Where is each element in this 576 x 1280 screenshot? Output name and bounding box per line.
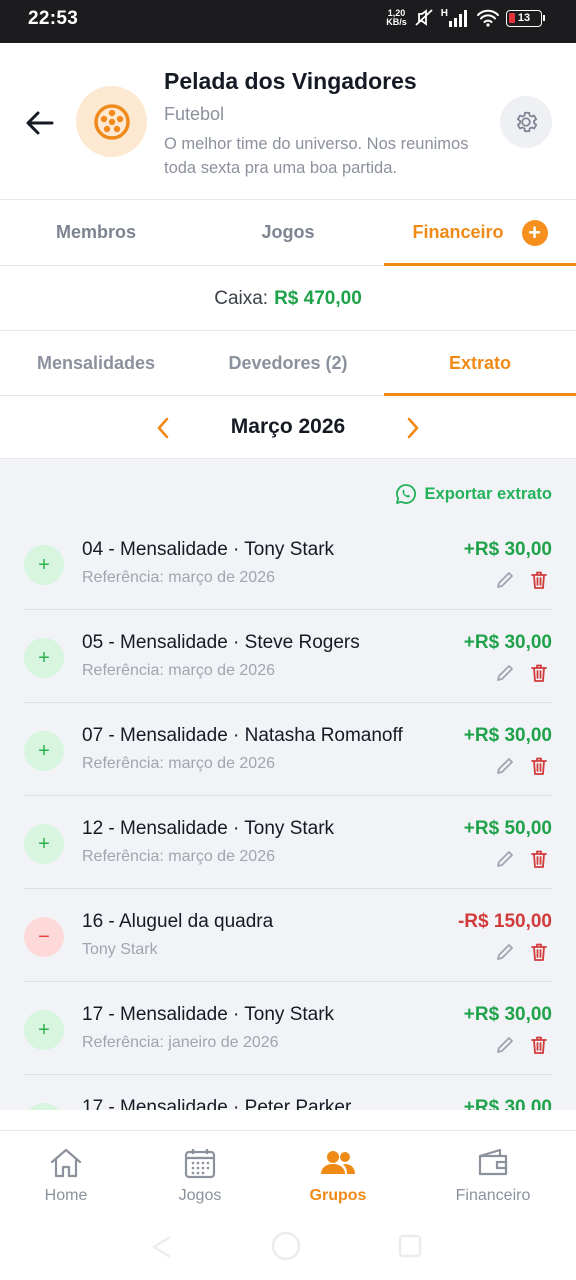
transaction-row[interactable]: +04 - Mensalidade · Tony Stark Referência… (24, 517, 552, 610)
gear-icon (517, 111, 538, 133)
status-bar: 22:53 1,20 KB/s H 13 (0, 0, 576, 43)
tab-membros[interactable]: Membros (0, 200, 192, 265)
trash-icon[interactable] (528, 848, 550, 870)
trash-icon[interactable] (528, 755, 550, 777)
main-tabs: Membros Jogos Financeiro + (0, 200, 576, 266)
group-sport: Futebol (164, 104, 225, 124)
tab-financeiro[interactable]: Financeiro + (384, 200, 576, 266)
transaction-amount: +R$ 30,00 (463, 725, 552, 746)
calendar-icon (184, 1149, 216, 1179)
mute-icon (415, 9, 433, 26)
income-icon: + (24, 545, 64, 585)
finance-tabs: Mensalidades Devedores (2) Extrato (0, 332, 576, 396)
signal-icon (449, 10, 467, 27)
transaction-subtitle: Referência: março de 2026 (82, 662, 275, 679)
system-recents-icon[interactable] (396, 1232, 424, 1260)
income-icon: + (24, 731, 64, 771)
group-icon (321, 1151, 355, 1174)
status-time: 22:53 (28, 8, 79, 29)
chevron-right-icon (407, 417, 419, 439)
transaction-title: 12 - Mensalidade · Tony Stark (82, 818, 335, 839)
income-icon: + (24, 638, 64, 678)
transaction-subtitle: Referência: março de 2026 (82, 848, 275, 865)
transaction-title: 17 - Mensalidade · Tony Stark (82, 1004, 335, 1025)
transaction-amount: -R$ 150,00 (457, 911, 552, 932)
trash-icon[interactable] (528, 569, 550, 591)
tab-jogos[interactable]: Jogos (192, 200, 384, 265)
group-name: Pelada dos Vingadores (164, 68, 417, 94)
wallet-icon (478, 1148, 508, 1176)
edit-icon[interactable] (494, 848, 516, 870)
settings-button[interactable] (500, 96, 552, 148)
transaction-row[interactable]: −16 - Aluguel da quadra Tony Stark -R$ 150… (24, 889, 552, 982)
transaction-list: +04 - Mensalidade · Tony Stark Referência… (24, 517, 552, 1110)
edit-icon[interactable] (494, 662, 516, 684)
home-icon (50, 1148, 82, 1178)
nav-home[interactable]: Home (1, 1147, 131, 1205)
cash-amount: R$ 470,00 (274, 287, 362, 309)
transaction-subtitle: Referência: março de 2026 (82, 569, 275, 586)
wifi-icon (477, 9, 499, 27)
status-icons: 1,20 KB/s H 13 (386, 7, 545, 28)
nav-jogos[interactable]: Jogos (135, 1147, 265, 1205)
edit-icon[interactable] (494, 755, 516, 777)
transaction-row[interactable]: +12 - Mensalidade · Tony Stark Referência… (24, 796, 552, 889)
income-icon: + (24, 1103, 64, 1110)
transaction-title: 05 - Mensalidade · Steve Rogers (82, 632, 360, 653)
soccer-ball-icon (93, 103, 130, 140)
edit-icon[interactable] (494, 1034, 516, 1056)
nav-financeiro[interactable]: Financeiro (428, 1147, 558, 1205)
tab-mensalidades[interactable]: Mensalidades (0, 332, 192, 395)
cash-balance: Caixa: R$ 470,00 (0, 267, 576, 331)
transaction-amount: +R$ 30,00 (463, 1004, 552, 1025)
arrow-left-icon (26, 111, 54, 135)
income-icon: + (24, 824, 64, 864)
edit-icon[interactable] (494, 569, 516, 591)
trash-icon[interactable] (528, 662, 550, 684)
transaction-row[interactable]: +17 - Mensalidade · Tony Stark Referência… (24, 982, 552, 1075)
transaction-subtitle: Referência: março de 2026 (82, 755, 275, 772)
transaction-row[interactable]: +17 - Mensalidade · Peter Parker +R$ 30,0… (24, 1075, 552, 1110)
trash-icon[interactable] (528, 941, 550, 963)
bottom-nav: Home Jogos Grupos Financeiro (0, 1130, 576, 1280)
transaction-title: 16 - Aluguel da quadra (82, 911, 274, 932)
transaction-amount: +R$ 50,00 (463, 818, 552, 839)
export-statement-button[interactable]: Exportar extrato (395, 483, 552, 505)
cash-label: Caixa: (214, 287, 269, 309)
transaction-amount: +R$ 30,00 (463, 539, 552, 560)
expense-icon: − (24, 917, 64, 957)
nav-grupos[interactable]: Grupos (273, 1147, 403, 1205)
trash-icon[interactable] (528, 1034, 550, 1056)
back-button[interactable] (20, 103, 60, 143)
group-description: O melhor time do universo. Nos reunimos … (164, 135, 469, 177)
group-header: Pelada dos Vingadores Futebol O melhor t… (0, 43, 576, 200)
month-label: Março 2026 (230, 415, 346, 438)
system-home-icon[interactable] (270, 1230, 302, 1262)
tab-extrato[interactable]: Extrato (384, 332, 576, 396)
next-month-button[interactable] (398, 413, 428, 443)
transaction-amount: +R$ 30,00 (463, 632, 552, 653)
transaction-title: 04 - Mensalidade · Tony Stark (82, 539, 335, 560)
transaction-row[interactable]: +05 - Mensalidade · Steve Rogers Referênc… (24, 610, 552, 703)
statement-content: Exportar extrato +04 - Mensalidade · Ton… (0, 459, 576, 1110)
transaction-title: 07 - Mensalidade · Natasha Romanoff (82, 725, 403, 746)
transaction-title: 17 - Mensalidade · Peter Parker (82, 1097, 352, 1110)
transaction-subtitle: Tony Stark (82, 941, 158, 958)
system-back-icon[interactable] (146, 1233, 176, 1261)
edit-icon[interactable] (494, 941, 516, 963)
tab-devedores[interactable]: Devedores (2) (192, 332, 384, 395)
network-type: H (440, 7, 448, 19)
net-speed: 1,20 KB/s (386, 8, 407, 27)
transaction-row[interactable]: +07 - Mensalidade · Natasha Romanoff Refe… (24, 703, 552, 796)
income-icon: + (24, 1010, 64, 1050)
month-selector: Março 2026 (0, 397, 576, 459)
group-avatar (76, 86, 147, 157)
add-transaction-button[interactable]: + (521, 219, 548, 246)
system-navigation (0, 1227, 576, 1267)
transaction-subtitle: Referência: janeiro de 2026 (82, 1034, 279, 1051)
whatsapp-icon (395, 484, 416, 504)
transaction-amount: +R$ 30,00 (463, 1097, 552, 1110)
battery-icon: 13 (506, 9, 545, 27)
